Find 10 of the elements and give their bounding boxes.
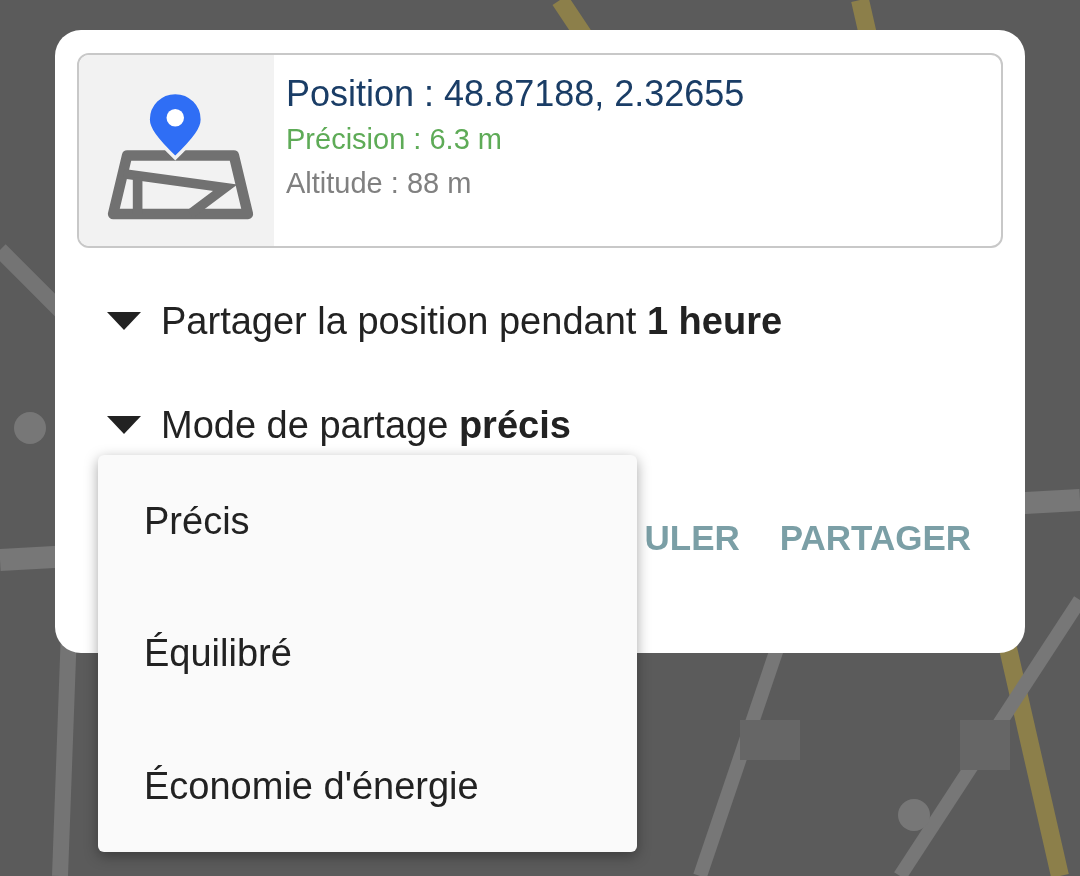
position-text: Position : 48.87188, 2.32655 xyxy=(286,72,745,116)
dropdown-label[interactable]: Partager la position pendant 1 heure xyxy=(161,298,783,344)
caret-icon[interactable] xyxy=(107,312,141,330)
precision-text: Précision : 6.3 m xyxy=(286,122,503,157)
menu-item[interactable]: Économie d'énergie xyxy=(144,762,479,809)
caret-icon[interactable] xyxy=(107,416,141,434)
dropdown-label[interactable]: Mode de partage précis xyxy=(161,402,571,448)
menu-item[interactable]: Équilibré xyxy=(144,630,292,677)
altitude-text: Altitude : 88 m xyxy=(286,166,473,201)
menu-item[interactable]: Précis xyxy=(144,498,250,545)
